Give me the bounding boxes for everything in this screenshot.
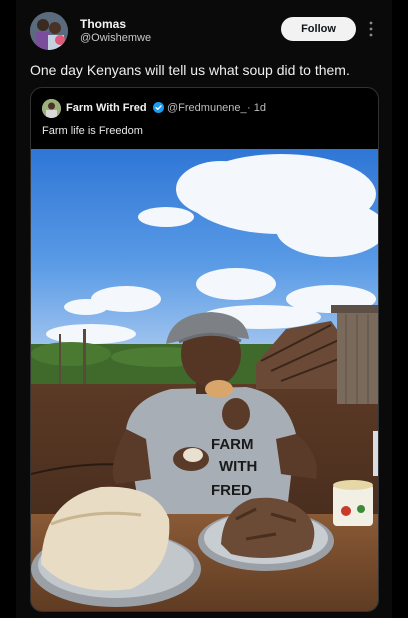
shirt-print-line-2: WITH xyxy=(219,458,257,475)
verified-badge-icon xyxy=(153,102,164,113)
shirt-print-line-1: FARM xyxy=(211,436,254,453)
author-name[interactable]: Thomas xyxy=(80,17,126,31)
author-handle[interactable]: @Owishemwe xyxy=(80,32,151,44)
quoted-author-name[interactable]: Farm With Fred xyxy=(66,102,147,114)
quoted-author-avatar[interactable] xyxy=(42,99,61,118)
more-vertical-icon[interactable] xyxy=(368,20,374,38)
quoted-post-time: · 1d xyxy=(247,102,266,114)
quoted-post-photo[interactable]: FARM WITH FRED xyxy=(31,149,378,611)
screen: Thomas @Owishemwe Follow One day Kenyans… xyxy=(0,0,408,618)
quoted-post-text: Farm life is Freedom xyxy=(42,125,143,137)
quoted-post[interactable]: Farm With Fred @Fredmunene_ · 1d Farm li… xyxy=(30,87,379,612)
follow-button[interactable]: Follow xyxy=(281,17,356,41)
author-avatar[interactable] xyxy=(30,12,68,50)
shirt-print-line-3: FRED xyxy=(211,482,252,499)
quoted-author-handle[interactable]: @Fredmunene_ xyxy=(167,102,247,114)
post-text: One day Kenyans will tell us what soup d… xyxy=(30,62,350,78)
